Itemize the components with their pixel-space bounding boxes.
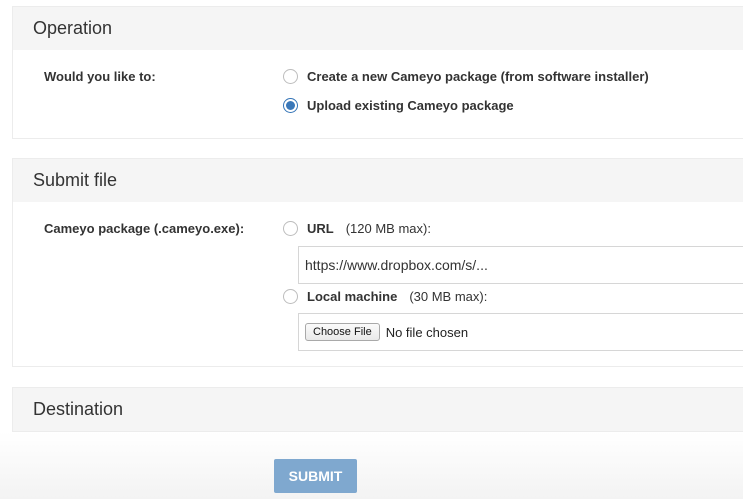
url-input-value: https://www.dropbox.com/s/... [305,257,488,273]
local-machine-label: Local machine [307,289,398,304]
operation-question-label: Would you like to: [44,69,156,84]
operation-header: Operation [13,7,743,50]
file-input: Choose File No file chosen [298,313,743,351]
url-radio[interactable] [283,221,298,236]
url-label: URL [307,221,334,236]
choose-file-button[interactable]: Choose File [305,323,380,341]
url-option-label[interactable]: URL (120 MB max): [307,221,431,236]
submit-file-panel: Submit file Cameyo package (.cameyo.exe)… [12,158,743,367]
footer-band [0,432,743,499]
package-label: Cameyo package (.cameyo.exe): [44,221,245,236]
local-machine-size-note: (30 MB max): [409,289,488,304]
submit-file-title: Submit file [33,170,118,190]
url-size-note: (120 MB max): [345,221,431,236]
create-package-label[interactable]: Create a new Cameyo package (from softwa… [307,69,649,84]
destination-panel: Destination [12,387,743,432]
submit-button[interactable]: SUBMIT [274,459,357,493]
submit-file-header: Submit file [13,159,743,202]
file-status: No file chosen [385,324,469,340]
url-input[interactable]: https://www.dropbox.com/s/... [298,246,743,284]
operation-panel: Operation Would you like to: Create a ne… [12,6,743,139]
destination-header[interactable]: Destination [13,388,743,431]
local-machine-option-label[interactable]: Local machine (30 MB max): [307,289,487,304]
local-machine-radio[interactable] [283,289,298,304]
upload-package-radio[interactable] [283,98,298,113]
upload-package-label[interactable]: Upload existing Cameyo package [307,98,514,113]
operation-title: Operation [33,18,113,38]
create-package-radio[interactable] [283,69,298,84]
page: Operation Would you like to: Create a ne… [0,0,743,499]
destination-title: Destination [33,399,124,419]
